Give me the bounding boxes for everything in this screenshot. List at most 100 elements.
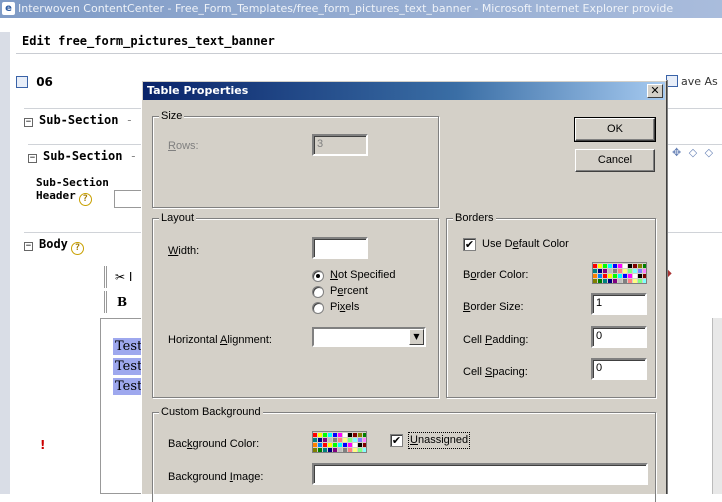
help-icon[interactable]: ? [70,242,84,255]
palette-cell [633,274,637,278]
size-group: Size [152,110,439,208]
palette-cell [593,264,597,268]
save-as-button[interactable]: ave As [666,75,718,88]
palette-cell [618,264,622,268]
item-number: 06 [36,75,53,89]
palette-cell [318,443,322,447]
palette-cell [593,269,597,273]
halign-label: Horizontal Alignment: [168,334,272,346]
use-default-color-label[interactable]: Use Default Color [482,238,569,251]
palette-cell [603,264,607,268]
palette-cell [343,433,347,437]
palette-cell [353,438,357,442]
palette-cell [358,433,362,437]
palette-cell [593,274,597,278]
palette-cell [313,448,317,452]
palette-cell [608,269,612,273]
cell-padding-input[interactable]: 0 [591,326,647,348]
palette-cell [363,448,366,452]
palette-cell [633,269,637,273]
palette-cell [358,438,362,442]
background-color-swatch[interactable] [312,431,367,453]
palette-cell [623,279,627,283]
unassigned-checkbox[interactable]: ✔ [390,434,403,447]
cancel-button[interactable]: Cancel [575,149,655,172]
subsection-header-input[interactable] [114,190,144,208]
document-icon[interactable] [16,76,28,88]
use-default-color-checkbox[interactable]: ✔ [463,238,476,251]
palette-cell [598,264,602,268]
palette-cell [348,448,352,452]
palette-cell [618,274,622,278]
palette-cell [603,269,607,273]
palette-cell [323,433,327,437]
palette-cell [363,443,366,447]
palette-cell [353,443,357,447]
width-input[interactable] [312,237,368,259]
dialog-title-bar[interactable]: Table Properties ✕ [143,82,665,100]
border-color-swatch[interactable] [592,262,647,284]
palette-cell [353,448,357,452]
palette-cell [613,269,617,273]
collapse-icon[interactable]: − [28,154,37,163]
palette-cell [333,438,337,442]
palette-cell [348,438,352,442]
bold-button[interactable]: B [104,291,144,313]
palette-cell [348,443,352,447]
cell-spacing-input[interactable]: 0 [591,358,647,380]
palette-cell [598,274,602,278]
palette-cell [638,274,642,278]
palette-cell [618,279,622,283]
palette-cell [318,438,322,442]
radio-not-specified-label[interactable]: Not Specified [330,269,395,282]
palette-cell [333,433,337,437]
border-color-label: Border Color: [463,269,529,281]
ie-window-title: Interwoven ContentCenter - Free_Form_Tem… [18,2,674,15]
ie-icon: e [2,2,15,15]
palette-cell [348,433,352,437]
halign-select[interactable]: ▼ [312,327,426,347]
palette-cell [603,274,607,278]
collapse-icon[interactable]: − [24,242,33,251]
radio-pixels[interactable] [312,302,324,314]
collapse-icon[interactable]: − [24,118,33,127]
custom-background-group: Custom Background [152,406,656,502]
dialog-title: Table Properties [147,84,249,97]
frame-left-edge [0,32,10,494]
size-legend: Size [159,110,185,123]
radio-not-specified[interactable] [312,270,324,282]
editor-toolbar-1[interactable]: ✂ I [104,266,144,288]
palette-cell [338,443,342,447]
border-size-input[interactable]: 1 [591,293,647,315]
palette-cell [608,279,612,283]
palette-cell [613,279,617,283]
palette-cell [613,274,617,278]
help-icon[interactable]: ? [78,193,92,206]
radio-percent-label[interactable]: Percent [330,285,368,298]
radio-pixels-label[interactable]: Pixels [330,301,359,314]
palette-cell [328,438,332,442]
palette-cell [313,433,317,437]
palette-cell [353,433,357,437]
close-button[interactable]: ✕ [647,84,663,98]
borders-legend: Borders [453,212,496,225]
rows-input[interactable]: 3 [312,134,368,156]
ok-button[interactable]: OK [574,117,656,142]
palette-cell [638,264,642,268]
close-icon: ✕ [650,84,660,97]
editor-scrollbar[interactable] [712,318,722,494]
radio-percent[interactable] [312,286,324,298]
cell-spacing-label: Cell Spacing: [463,366,528,378]
subsection-2-suffix: - [129,149,137,163]
background-image-input[interactable] [312,463,648,485]
palette-cell [343,443,347,447]
subsection-header-label: Sub-Section Header? [36,176,126,206]
palette-cell [643,274,646,278]
palette-cell [643,264,646,268]
chevron-down-icon[interactable]: ▼ [409,329,424,345]
palette-cell [323,443,327,447]
palette-cell [603,279,607,283]
unassigned-label[interactable]: Unassigned [407,432,471,449]
save-icon [666,75,678,87]
move-tools[interactable]: ✥ ◇ ◇ [672,146,715,159]
